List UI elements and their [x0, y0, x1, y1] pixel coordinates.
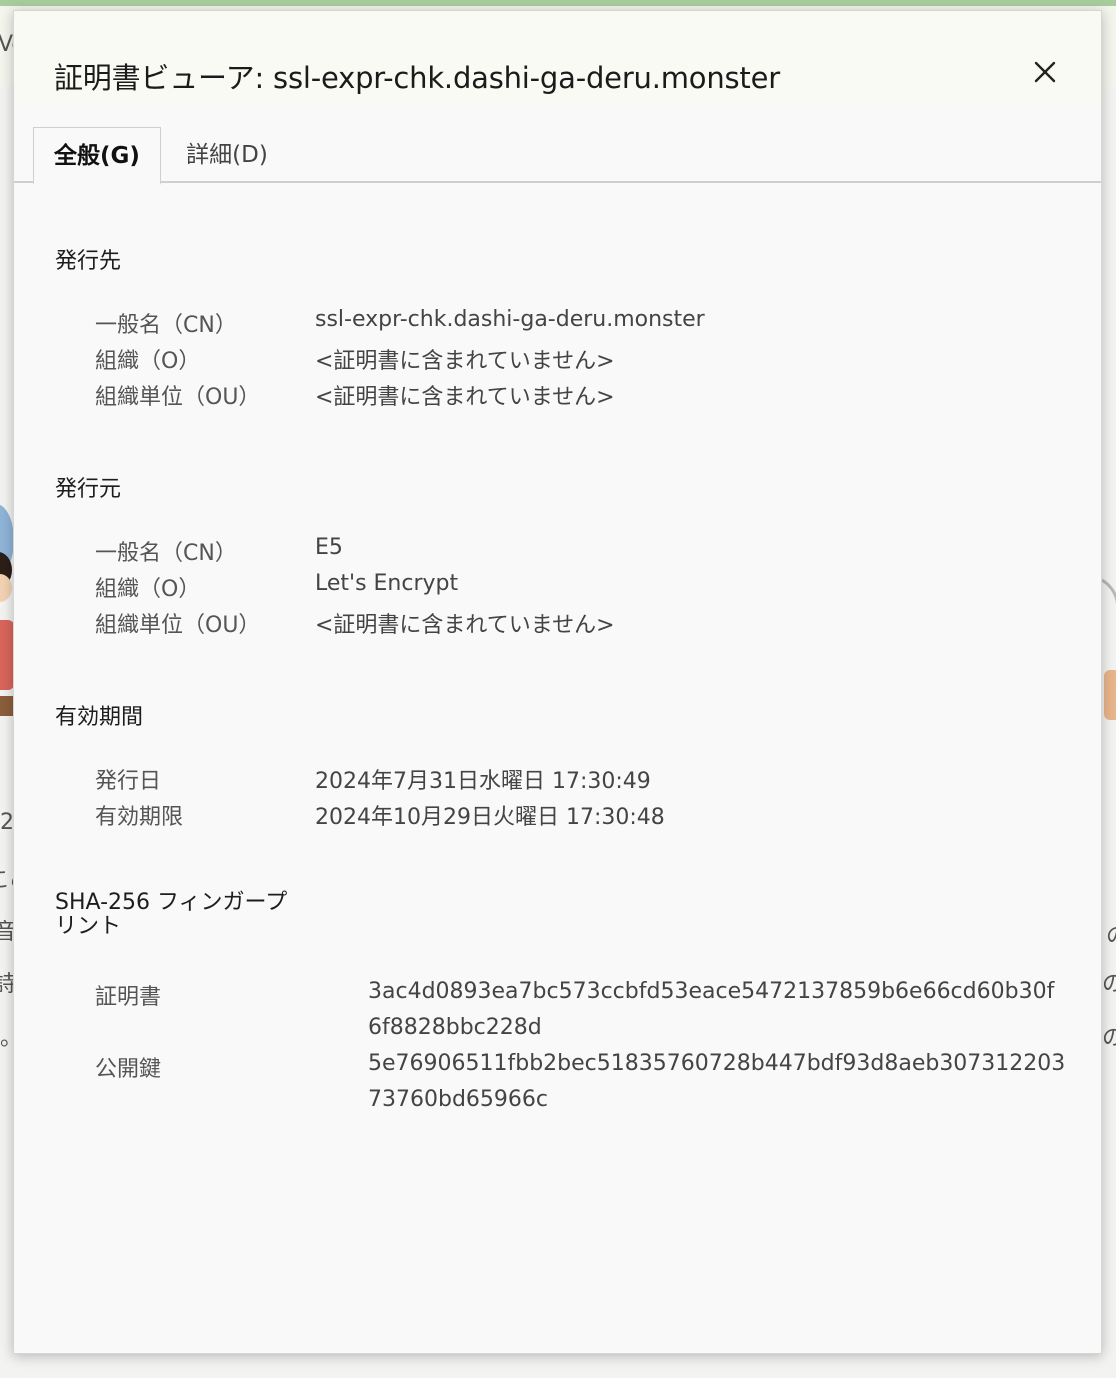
section-title-validity: 有効期間 — [55, 705, 144, 730]
background-text: の — [1102, 1026, 1116, 1051]
field-value: E5 — [315, 535, 343, 560]
field-value: <証明書に含まれていません> — [315, 613, 615, 638]
field-label: 組織（O） — [95, 349, 201, 374]
tab-bar: 全般(G) 詳細(D) — [14, 127, 1101, 185]
field-value: ssl-expr-chk.dashi-ga-deru.monster — [315, 307, 705, 332]
background-text: 2 — [0, 810, 14, 835]
background-text: の — [1106, 918, 1116, 950]
background-illustration — [0, 504, 14, 716]
close-button[interactable] — [1030, 57, 1060, 87]
section-title-issued-by: 発行元 — [55, 477, 122, 502]
field-label: 組織（O） — [95, 577, 201, 602]
fingerprint-value: 5e76906511fbb2bec51835760728b447bdf93d8a… — [368, 1051, 1066, 1112]
field-value: Let's Encrypt — [315, 571, 459, 596]
section-title-issued-to: 発行先 — [55, 249, 122, 274]
field-label: 組織単位（OU） — [95, 385, 261, 410]
field-value: <証明書に含まれていません> — [315, 385, 615, 410]
tab-details[interactable]: 詳細(D) — [172, 127, 282, 183]
field-value: 2024年7月31日水曜日 17:30:49 — [315, 769, 651, 794]
close-icon — [1034, 61, 1056, 83]
certificate-viewer-dialog: 証明書ビューア: ssl-expr-chk.dashi-ga-deru.mons… — [13, 10, 1102, 1354]
field-label: 有効期限 — [95, 805, 184, 830]
dialog-title: 証明書ビューア: ssl-expr-chk.dashi-ga-deru.mons… — [54, 61, 780, 95]
fingerprint-label: 公開鍵 — [95, 1057, 162, 1082]
fingerprint-value: 3ac4d0893ea7bc573ccbfd53eace5472137859b6… — [368, 979, 1055, 1040]
field-value: 2024年10月29日火曜日 17:30:48 — [315, 805, 665, 830]
field-label: 一般名（CN） — [95, 541, 237, 566]
field-label: 組織単位（OU） — [95, 613, 261, 638]
field-label: 一般名（CN） — [95, 313, 237, 338]
section-title-line: リント — [55, 914, 122, 939]
section-title-fingerprints: SHA-256 フィンガープ リント — [55, 891, 287, 939]
fingerprint-label: 証明書 — [95, 985, 162, 1010]
background-text: の — [1102, 972, 1116, 997]
background-illustration — [1101, 578, 1116, 720]
section-title-line: SHA-256 フィンガープ — [55, 890, 288, 915]
field-label: 発行日 — [95, 769, 162, 794]
field-value: <証明書に含まれていません> — [315, 349, 615, 374]
tab-general[interactable]: 全般(G) — [33, 127, 161, 185]
